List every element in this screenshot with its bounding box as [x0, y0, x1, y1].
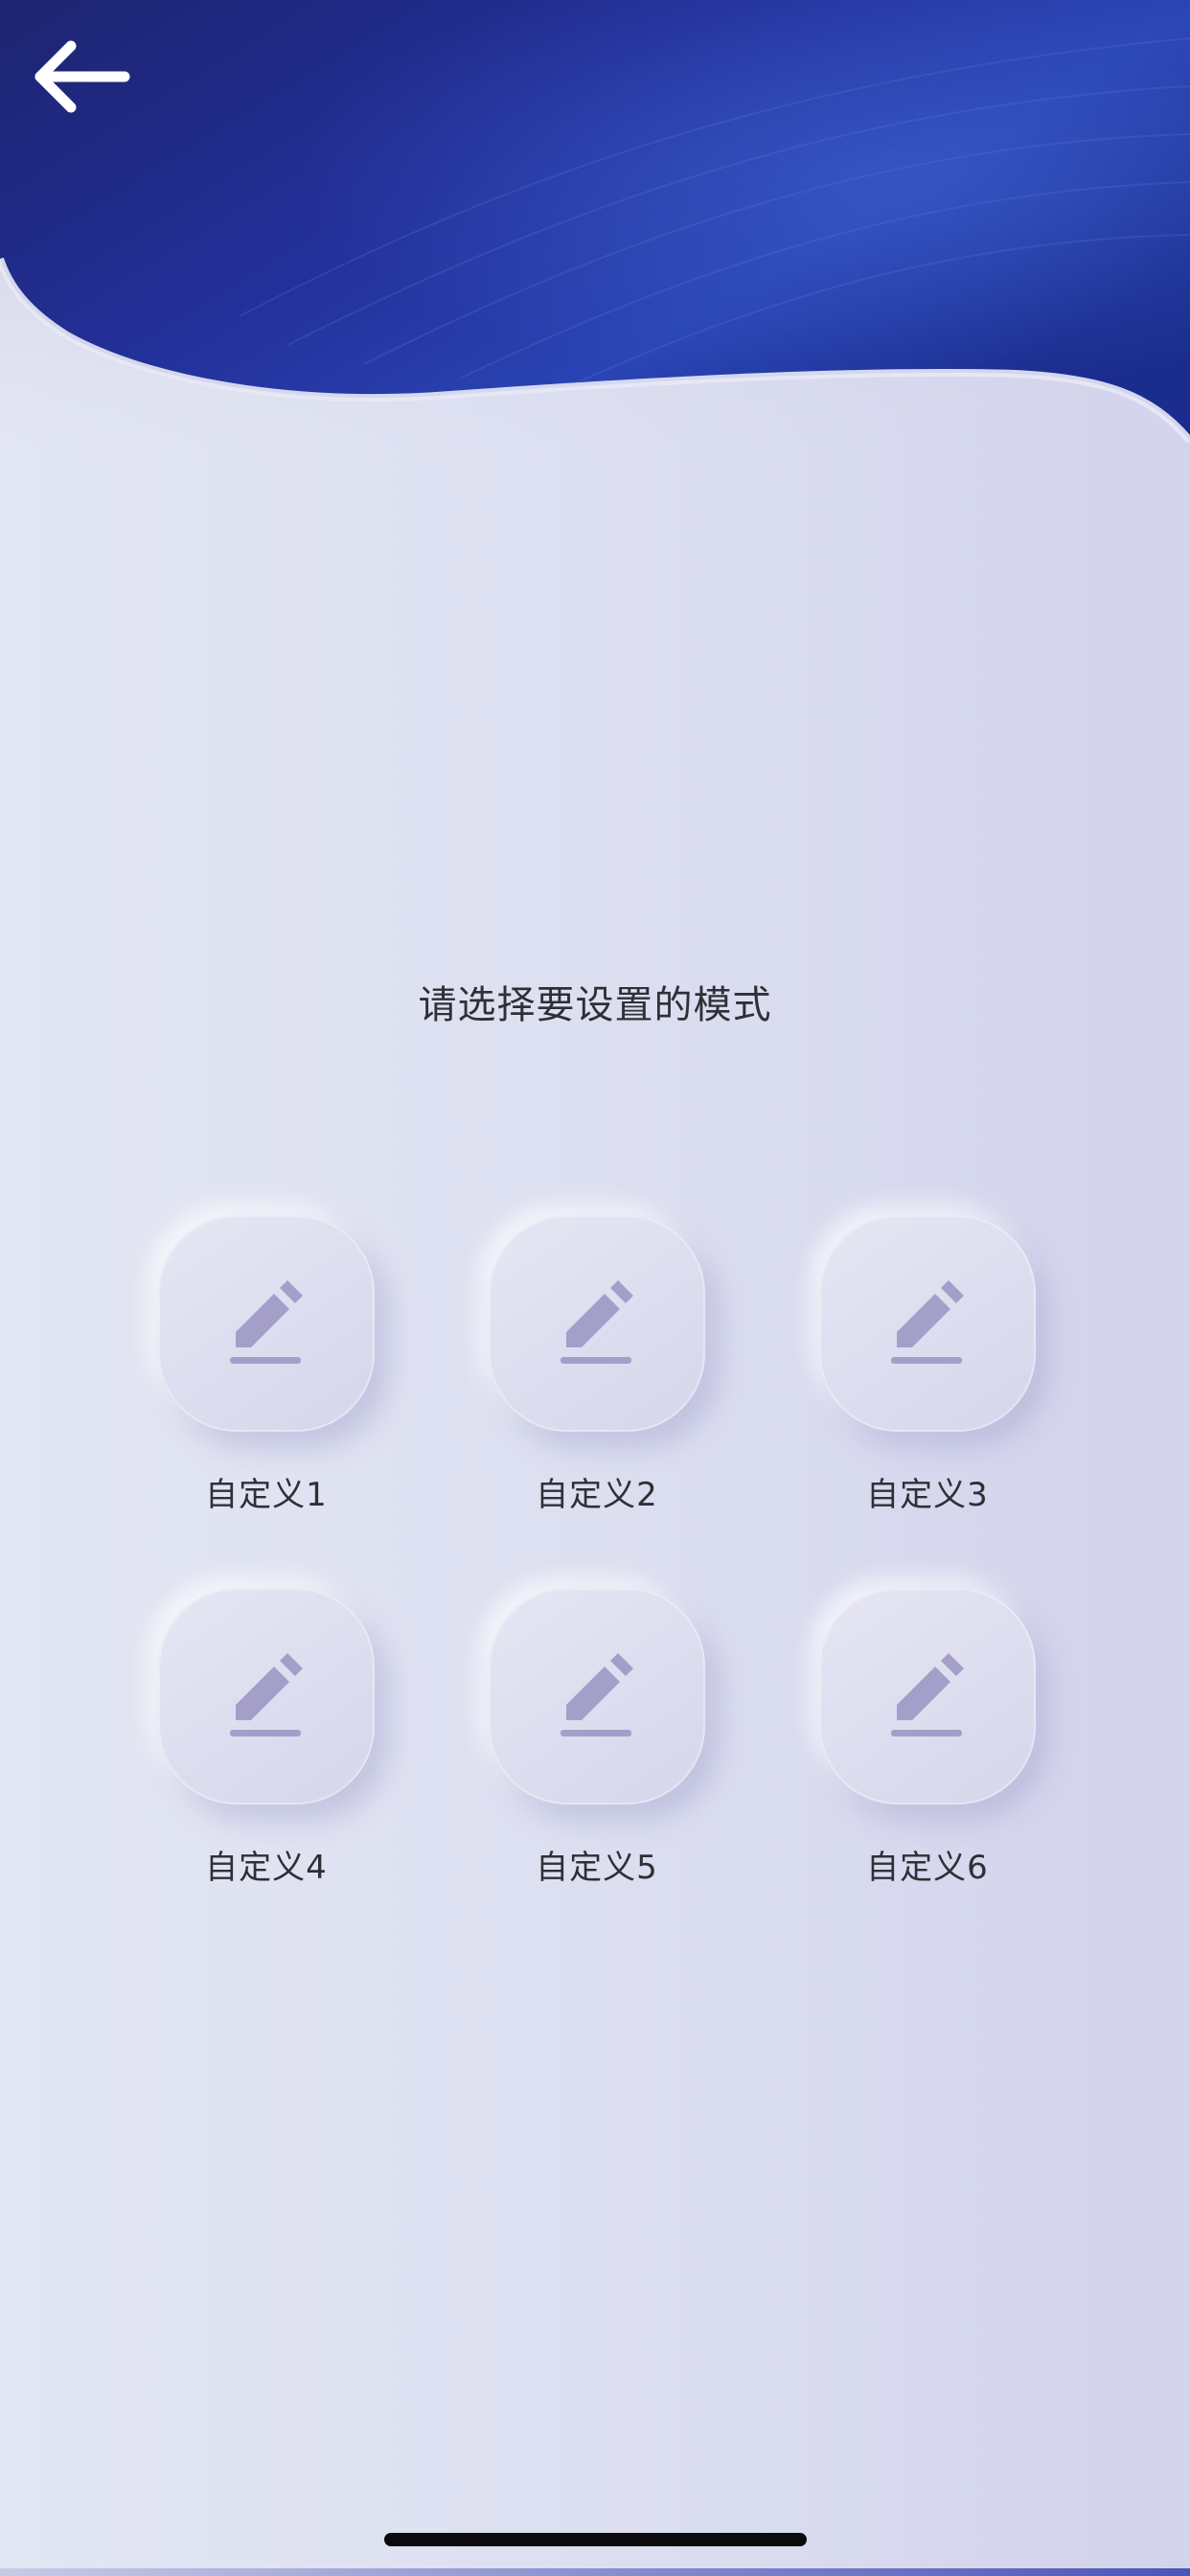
mode-item-1[interactable]: 自定义1	[125, 1215, 375, 1531]
arrow-left-icon	[34, 40, 130, 113]
mode-tile[interactable]	[158, 1215, 375, 1432]
mode-tile[interactable]	[158, 1588, 375, 1805]
pencil-edit-icon	[561, 1653, 633, 1736]
pencil-edit-icon	[891, 1653, 964, 1736]
mode-label: 自定义6	[866, 1849, 989, 1887]
back-button[interactable]	[29, 29, 153, 125]
mode-label: 自定义2	[536, 1476, 658, 1514]
mode-tile[interactable]	[819, 1215, 1036, 1432]
mode-label: 自定义1	[205, 1476, 328, 1514]
home-indicator[interactable]	[384, 2533, 807, 2546]
mode-label: 自定义3	[866, 1476, 989, 1514]
mode-item-6[interactable]: 自定义6	[786, 1588, 1036, 1904]
mode-item-4[interactable]: 自定义4	[125, 1588, 375, 1904]
mode-tile[interactable]	[489, 1588, 705, 1805]
pencil-edit-icon	[891, 1280, 964, 1364]
mode-label: 自定义5	[536, 1849, 658, 1887]
pencil-edit-icon	[561, 1280, 633, 1364]
pencil-edit-icon	[230, 1280, 303, 1364]
mode-item-3[interactable]: 自定义3	[786, 1215, 1036, 1531]
mode-tile[interactable]	[489, 1215, 705, 1432]
mode-label: 自定义4	[205, 1849, 328, 1887]
pencil-edit-icon	[230, 1653, 303, 1736]
mode-grid: 自定义1 自定义2 自定义3 自定义4 自定义5 自定义6	[0, 0, 1190, 2576]
mode-item-2[interactable]: 自定义2	[455, 1215, 705, 1531]
mode-tile[interactable]	[819, 1588, 1036, 1805]
mode-item-5[interactable]: 自定义5	[455, 1588, 705, 1904]
